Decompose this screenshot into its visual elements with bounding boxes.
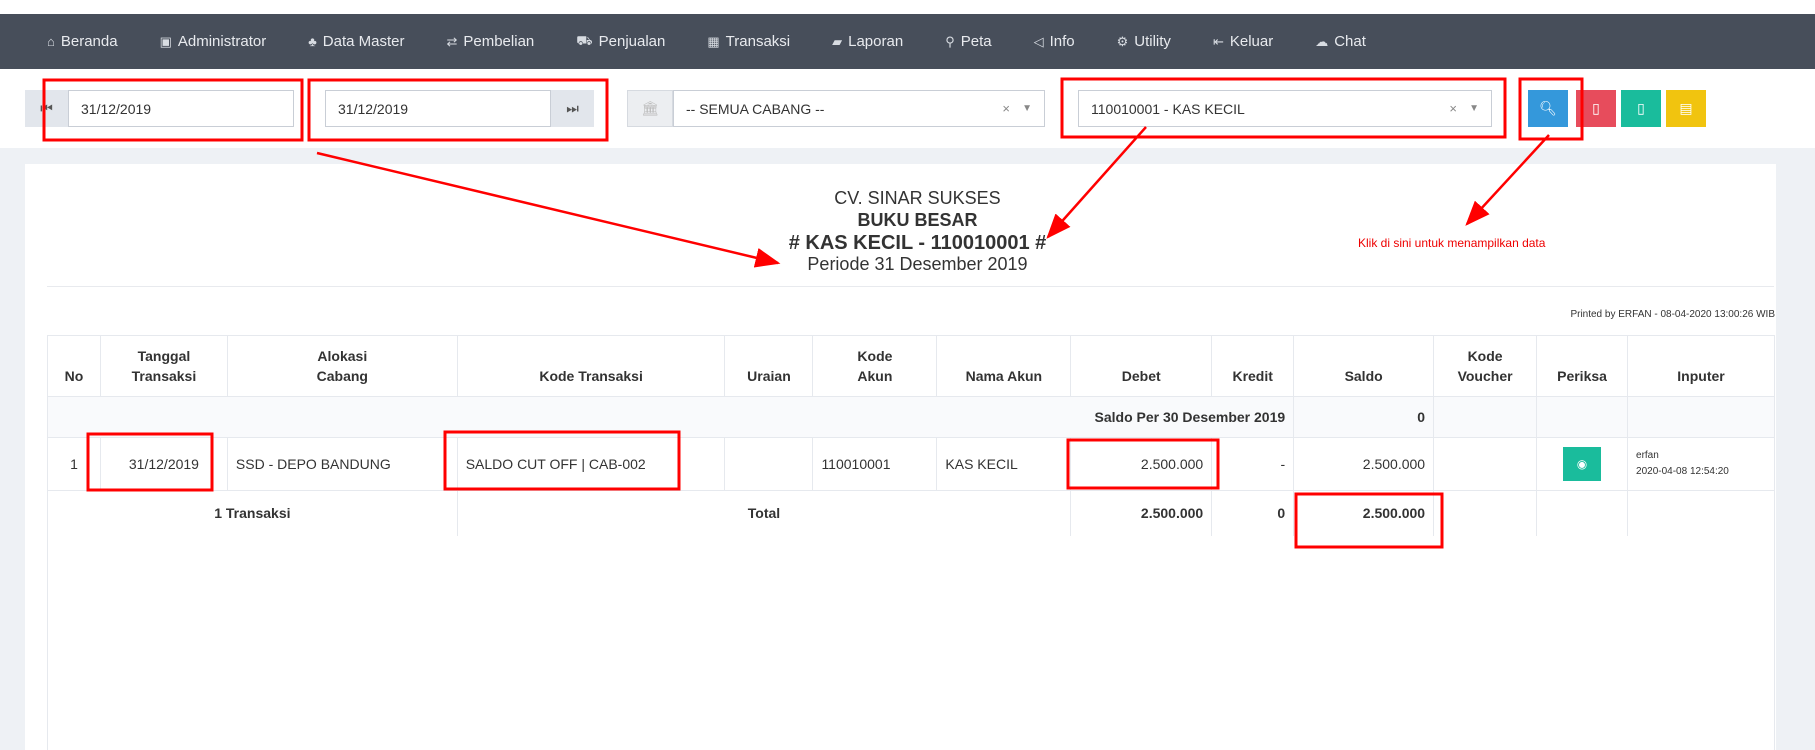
annotation-box — [42, 78, 304, 142]
annotation-overlay — [42, 77, 1584, 549]
annotation-box — [1060, 77, 1507, 139]
annotation-box — [1066, 438, 1220, 490]
annotation-arrow — [316, 151, 781, 268]
annotation-box — [307, 78, 609, 142]
annotation-box — [1294, 492, 1444, 549]
annotation-box — [1518, 77, 1584, 141]
annotation-arrow — [1046, 126, 1147, 239]
annotation-arrow — [1465, 134, 1550, 226]
annotation-box — [443, 430, 681, 491]
annotation-box — [86, 432, 214, 492]
